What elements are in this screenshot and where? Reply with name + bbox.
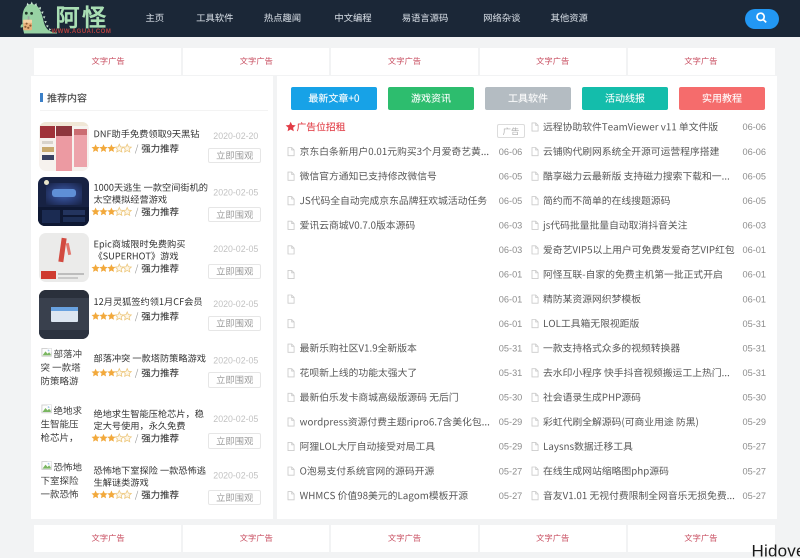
svg-text:06-05: 06-05 <box>743 196 767 206</box>
svg-text:05-30: 05-30 <box>743 393 767 403</box>
svg-text:2020-02-05: 2020-02-05 <box>213 471 258 481</box>
svg-text:05-31: 05-31 <box>499 368 523 378</box>
svg-text:05-29: 05-29 <box>743 417 767 427</box>
svg-text:05-31: 05-31 <box>499 343 523 353</box>
svg-text:WWW.AGUAI.COM: WWW.AGUAI.COM <box>52 29 112 35</box>
svg-text:05-27: 05-27 <box>743 442 767 452</box>
svg-text:05-27: 05-27 <box>743 491 767 501</box>
svg-text:06-01: 06-01 <box>743 294 767 304</box>
svg-text:2020-02-05: 2020-02-05 <box>213 188 258 198</box>
svg-text:2020-02-05: 2020-02-05 <box>213 244 258 254</box>
svg-text:06-03: 06-03 <box>499 221 523 231</box>
svg-text:06-06: 06-06 <box>499 147 523 157</box>
svg-text:05-31: 05-31 <box>743 319 767 329</box>
svg-text:Hidove: Hidove <box>752 542 800 558</box>
svg-text:06-01: 06-01 <box>743 245 767 255</box>
svg-text:06-01: 06-01 <box>499 270 523 280</box>
svg-text:05-29: 05-29 <box>499 417 523 427</box>
svg-text:06-05: 06-05 <box>743 171 767 181</box>
svg-text:06-06: 06-06 <box>743 122 767 132</box>
svg-text:06-03: 06-03 <box>499 245 523 255</box>
svg-text:06-05: 06-05 <box>499 171 523 181</box>
svg-text:06-01: 06-01 <box>743 270 767 280</box>
svg-text:06-01: 06-01 <box>499 319 523 329</box>
svg-text:05-27: 05-27 <box>499 466 523 476</box>
svg-text:2020-02-05: 2020-02-05 <box>213 414 258 424</box>
svg-text:05-31: 05-31 <box>743 368 767 378</box>
svg-text:2020-02-05: 2020-02-05 <box>213 356 258 366</box>
svg-text:06-05: 06-05 <box>499 196 523 206</box>
svg-text:05-30: 05-30 <box>499 393 523 403</box>
svg-text:05-29: 05-29 <box>499 442 523 452</box>
svg-text:2020-02-20: 2020-02-20 <box>213 131 258 141</box>
svg-text:2020-02-05: 2020-02-05 <box>213 299 258 309</box>
svg-text:05-27: 05-27 <box>743 466 767 476</box>
svg-text:05-31: 05-31 <box>743 343 767 353</box>
svg-text:06-03: 06-03 <box>743 221 767 231</box>
svg-text:06-06: 06-06 <box>743 147 767 157</box>
svg-text:06-01: 06-01 <box>499 294 523 304</box>
svg-text:05-27: 05-27 <box>499 491 523 501</box>
